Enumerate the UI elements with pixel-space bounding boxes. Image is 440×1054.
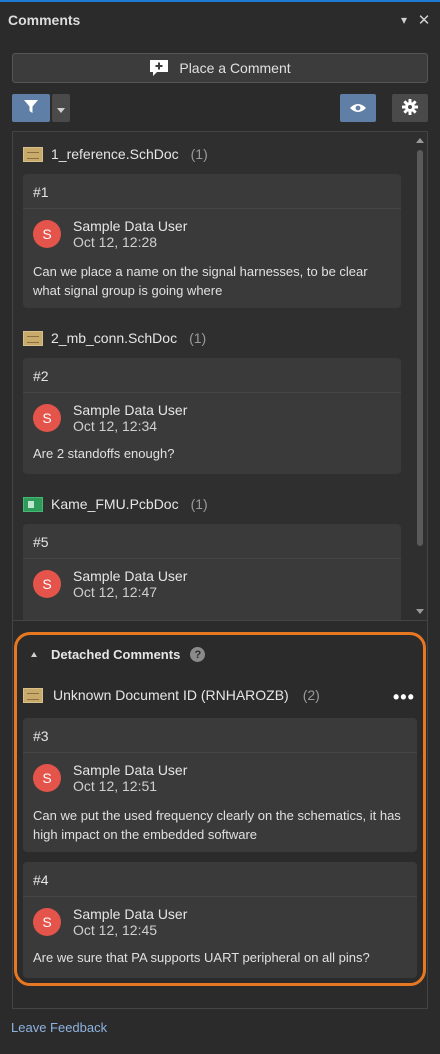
comment-card[interactable]: #4 S Sample Data User Oct 12, 12:45 Are … bbox=[23, 862, 417, 978]
comment-text: Can we put the used frequency clearly on… bbox=[33, 808, 401, 842]
visibility-toggle-button[interactable] bbox=[340, 94, 376, 122]
document-name: 2_mb_conn.SchDoc bbox=[51, 330, 178, 346]
comment-number: #2 bbox=[33, 368, 49, 384]
comment-number: #5 bbox=[33, 534, 49, 550]
comment-card[interactable]: #2 S Sample Data User Oct 12, 12:34 Are … bbox=[23, 358, 401, 474]
comment-timestamp: Oct 12, 12:47 bbox=[73, 584, 158, 600]
comment-author: Sample Data User bbox=[73, 218, 188, 234]
document-name: Kame_FMU.PcbDoc bbox=[51, 496, 179, 512]
comment-timestamp: Oct 12, 12:45 bbox=[73, 922, 158, 938]
comment-number: #1 bbox=[33, 184, 49, 200]
comment-number: #3 bbox=[33, 728, 49, 744]
collapse-triangle-icon[interactable] bbox=[31, 652, 37, 657]
detached-comments-section: Detached Comments ? Unknown Document ID … bbox=[14, 632, 426, 986]
detached-comments-title: Detached Comments bbox=[51, 647, 181, 662]
comment-card[interactable]: #5 S Sample Data User Oct 12, 12:47 bbox=[23, 524, 401, 620]
place-comment-label: Place a Comment bbox=[179, 60, 291, 76]
filter-icon bbox=[24, 99, 38, 117]
comment-author: Sample Data User bbox=[73, 568, 188, 584]
divider bbox=[23, 752, 417, 753]
comment-text: Are 2 standoffs enough? bbox=[33, 446, 175, 461]
scrollbar-thumb[interactable] bbox=[417, 150, 423, 546]
comments-toolbar bbox=[12, 94, 428, 122]
document-header[interactable]: 2_mb_conn.SchDoc (1) bbox=[23, 330, 206, 346]
filter-button[interactable] bbox=[12, 94, 50, 122]
detached-comments-header[interactable]: Detached Comments ? bbox=[31, 647, 206, 662]
leave-feedback-link[interactable]: Leave Feedback bbox=[11, 1020, 107, 1035]
add-comment-icon bbox=[149, 59, 169, 77]
panel-title: Comments bbox=[8, 12, 81, 28]
divider bbox=[23, 896, 417, 897]
document-header[interactable]: Kame_FMU.PcbDoc (1) bbox=[23, 496, 208, 512]
comment-text: Can we place a name on the signal harnes… bbox=[33, 264, 368, 298]
eye-icon bbox=[350, 101, 366, 116]
panel-menu-icon[interactable]: ▾ bbox=[394, 13, 414, 27]
document-comment-count: (1) bbox=[189, 330, 207, 346]
document-comment-count: (2) bbox=[302, 687, 320, 703]
close-icon[interactable]: ✕ bbox=[414, 11, 434, 29]
comment-author: Sample Data User bbox=[73, 402, 188, 418]
avatar: S bbox=[33, 764, 61, 792]
more-options-icon[interactable]: ••• bbox=[393, 687, 415, 708]
divider bbox=[23, 392, 401, 393]
scroll-up-icon[interactable] bbox=[416, 138, 424, 143]
schematic-doc-icon bbox=[23, 687, 43, 703]
filter-dropdown-button[interactable] bbox=[52, 94, 70, 122]
comments-list[interactable]: 1_reference.SchDoc (1) #1 S Sample Data … bbox=[12, 131, 428, 621]
document-header[interactable]: Unknown Document ID (RNHAROZB) (2) bbox=[23, 687, 320, 703]
comment-timestamp: Oct 12, 12:51 bbox=[73, 778, 158, 794]
avatar: S bbox=[33, 570, 61, 598]
gear-icon bbox=[402, 98, 418, 118]
help-icon[interactable]: ? bbox=[190, 647, 206, 662]
place-comment-button[interactable]: Place a Comment bbox=[12, 53, 428, 83]
settings-button[interactable] bbox=[392, 94, 428, 122]
pcb-doc-icon bbox=[23, 496, 43, 512]
comment-author: Sample Data User bbox=[73, 906, 188, 922]
divider bbox=[23, 208, 401, 209]
comment-number: #4 bbox=[33, 872, 49, 888]
comment-timestamp: Oct 12, 12:34 bbox=[73, 418, 158, 434]
schematic-doc-icon bbox=[23, 330, 43, 346]
document-name: 1_reference.SchDoc bbox=[51, 146, 179, 162]
document-comment-count: (1) bbox=[190, 496, 208, 512]
panel-titlebar: Comments ▾ ✕ bbox=[0, 0, 440, 38]
schematic-doc-icon bbox=[23, 146, 43, 162]
document-name: Unknown Document ID (RNHAROZB) bbox=[53, 687, 289, 703]
scroll-down-icon[interactable] bbox=[416, 609, 424, 614]
avatar: S bbox=[33, 908, 61, 936]
scrollbar[interactable] bbox=[413, 132, 427, 620]
comment-author: Sample Data User bbox=[73, 762, 188, 778]
document-comment-count: (1) bbox=[190, 146, 208, 162]
comment-text: Are we sure that PA supports UART periph… bbox=[33, 950, 370, 965]
avatar: S bbox=[33, 220, 61, 248]
document-header[interactable]: 1_reference.SchDoc (1) bbox=[23, 146, 208, 162]
divider bbox=[23, 558, 401, 559]
avatar: S bbox=[33, 404, 61, 432]
comment-card[interactable]: #1 S Sample Data User Oct 12, 12:28 Can … bbox=[23, 174, 401, 308]
comment-timestamp: Oct 12, 12:28 bbox=[73, 234, 158, 250]
comment-card[interactable]: #3 S Sample Data User Oct 12, 12:51 Can … bbox=[23, 718, 417, 852]
chevron-down-icon bbox=[57, 101, 65, 116]
